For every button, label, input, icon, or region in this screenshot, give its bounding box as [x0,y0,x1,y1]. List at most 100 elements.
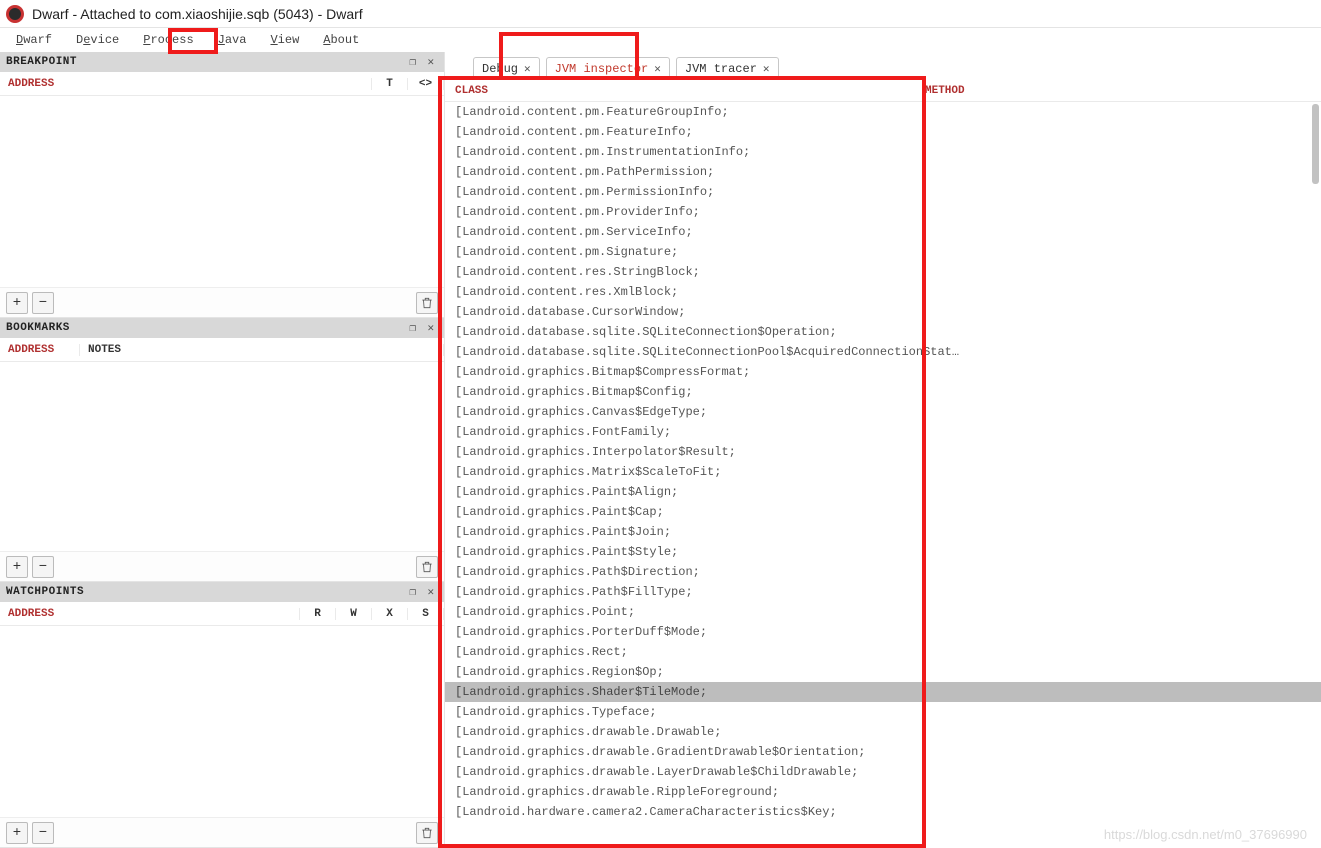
breakpoint-footer: + − [0,287,444,317]
col-w[interactable]: W [336,608,372,620]
trash-icon [420,296,434,310]
class-row[interactable]: [Landroid.graphics.Bitmap$Config; [445,382,1321,402]
class-row[interactable]: [Landroid.hardware.camera2.CameraCharact… [445,802,1321,822]
class-row[interactable]: [Landroid.graphics.Paint$Style; [445,542,1321,562]
class-row[interactable]: [Landroid.graphics.drawable.LayerDrawabl… [445,762,1321,782]
titlebar: Dwarf - Attached to com.xiaoshijie.sqb (… [0,0,1321,28]
class-row[interactable]: [Landroid.content.pm.ServiceInfo; [445,222,1321,242]
class-row[interactable]: [Landroid.graphics.Path$FillType; [445,582,1321,602]
class-row[interactable]: [Landroid.database.sqlite.SQLiteConnecti… [445,322,1321,342]
col-code[interactable]: <> [408,78,444,90]
tab-jvm-tracer[interactable]: JVM tracer ✕ [676,57,779,80]
col-s[interactable]: S [408,608,444,620]
col-r[interactable]: R [300,608,336,620]
class-table-headers: CLASS METHOD [445,80,1321,102]
close-icon[interactable]: ✕ [424,585,438,599]
class-row[interactable]: [Landroid.content.pm.PermissionInfo; [445,182,1321,202]
panel-bookmarks: BOOKMARKS ❐ ✕ ADDRESS NOTES + − [0,318,444,582]
watchpoints-footer: + − [0,817,444,847]
tab-debug[interactable]: Debug ✕ [473,57,540,80]
panel-title: BOOKMARKS [6,322,70,334]
add-button[interactable]: + [6,556,28,578]
close-icon[interactable]: ✕ [424,55,438,69]
panel-breakpoint: BREAKPOINT ❐ ✕ ADDRESS T <> + − [0,52,444,318]
bookmarks-columns: ADDRESS NOTES [0,338,444,362]
close-icon[interactable]: ✕ [654,62,661,76]
col-address[interactable]: ADDRESS [0,78,372,90]
class-row[interactable]: [Landroid.content.pm.Signature; [445,242,1321,262]
class-row[interactable]: [Landroid.graphics.Path$Direction; [445,562,1321,582]
panel-header-watchpoints[interactable]: WATCHPOINTS ❐ ✕ [0,582,444,602]
class-row[interactable]: [Landroid.graphics.Rect; [445,642,1321,662]
remove-button[interactable]: − [32,822,54,844]
restore-icon[interactable]: ❐ [406,55,420,69]
trash-button[interactable] [416,822,438,844]
class-row[interactable]: [Landroid.graphics.Point; [445,602,1321,622]
col-x[interactable]: X [372,608,408,620]
menu-dwarf[interactable]: Dwarf [4,30,64,50]
menu-about[interactable]: About [311,30,371,50]
left-column: BREAKPOINT ❐ ✕ ADDRESS T <> + − [0,52,445,848]
restore-icon[interactable]: ❐ [406,321,420,335]
class-list[interactable]: [Landroid.content.pm.FeatureGroupInfo;[L… [445,102,1321,822]
trash-button[interactable] [416,292,438,314]
class-table: CLASS METHOD [Landroid.content.pm.Featur… [445,80,1321,848]
restore-icon[interactable]: ❐ [406,585,420,599]
remove-button[interactable]: − [32,292,54,314]
class-row[interactable]: [Landroid.content.pm.FeatureInfo; [445,122,1321,142]
col-t[interactable]: T [372,78,408,90]
class-row[interactable]: [Landroid.content.res.XmlBlock; [445,282,1321,302]
class-row[interactable]: [Landroid.graphics.Paint$Cap; [445,502,1321,522]
close-icon[interactable]: ✕ [763,62,770,76]
col-address[interactable]: ADDRESS [0,344,80,356]
remove-button[interactable]: − [32,556,54,578]
bookmarks-body [0,362,444,551]
class-row[interactable]: [Landroid.graphics.Typeface; [445,702,1321,722]
menu-device[interactable]: Device [64,30,131,50]
class-row[interactable]: [Landroid.content.res.StringBlock; [445,262,1321,282]
class-row[interactable]: [Landroid.content.pm.FeatureGroupInfo; [445,102,1321,122]
trash-button[interactable] [416,556,438,578]
class-row[interactable]: [Landroid.graphics.drawable.Drawable; [445,722,1321,742]
watchpoints-body [0,626,444,817]
class-row[interactable]: [Landroid.graphics.Paint$Join; [445,522,1321,542]
class-row[interactable]: [Landroid.graphics.Interpolator$Result; [445,442,1321,462]
col-class[interactable]: CLASS [445,85,915,97]
class-row[interactable]: [Landroid.graphics.Shader$TileMode; [445,682,1321,702]
add-button[interactable]: + [6,822,28,844]
col-method[interactable]: METHOD [915,85,1321,97]
panel-header-breakpoint[interactable]: BREAKPOINT ❐ ✕ [0,52,444,72]
class-row[interactable]: [Landroid.content.pm.InstrumentationInfo… [445,142,1321,162]
menu-process[interactable]: Process [131,30,205,50]
class-row[interactable]: [Landroid.database.sqlite.SQLiteConnecti… [445,342,1321,362]
tab-label: JVM inspector [555,62,649,76]
panel-title: BREAKPOINT [6,56,77,68]
class-row[interactable]: [Landroid.content.pm.PathPermission; [445,162,1321,182]
class-row[interactable]: [Landroid.content.pm.ProviderInfo; [445,202,1321,222]
class-row[interactable]: [Landroid.graphics.drawable.GradientDraw… [445,742,1321,762]
col-notes[interactable]: NOTES [80,344,444,356]
class-row[interactable]: [Landroid.graphics.FontFamily; [445,422,1321,442]
menu-java[interactable]: Java [206,30,259,50]
app-icon [6,5,24,23]
class-row[interactable]: [Landroid.graphics.drawable.RippleForegr… [445,782,1321,802]
class-row[interactable]: [Landroid.graphics.Matrix$ScaleToFit; [445,462,1321,482]
window-title: Dwarf - Attached to com.xiaoshijie.sqb (… [32,6,363,22]
class-row[interactable]: [Landroid.graphics.Bitmap$CompressFormat… [445,362,1321,382]
close-icon[interactable]: ✕ [524,62,531,76]
class-row[interactable]: [Landroid.graphics.PorterDuff$Mode; [445,622,1321,642]
panel-header-bookmarks[interactable]: BOOKMARKS ❐ ✕ [0,318,444,338]
tab-jvm-inspector[interactable]: JVM inspector ✕ [546,57,670,80]
add-button[interactable]: + [6,292,28,314]
close-icon[interactable]: ✕ [424,321,438,335]
menu-view[interactable]: View [258,30,311,50]
class-row[interactable]: [Landroid.graphics.Paint$Align; [445,482,1321,502]
workspace: BREAKPOINT ❐ ✕ ADDRESS T <> + − [0,52,1321,848]
tabs-row: Debug ✕ JVM inspector ✕ JVM tracer ✕ [445,52,1321,80]
class-row[interactable]: [Landroid.database.CursorWindow; [445,302,1321,322]
scrollbar[interactable] [1312,104,1319,184]
class-row[interactable]: [Landroid.graphics.Canvas$EdgeType; [445,402,1321,422]
col-address[interactable]: ADDRESS [0,608,300,620]
right-column: Debug ✕ JVM inspector ✕ JVM tracer ✕ CLA… [445,52,1321,848]
class-row[interactable]: [Landroid.graphics.Region$Op; [445,662,1321,682]
